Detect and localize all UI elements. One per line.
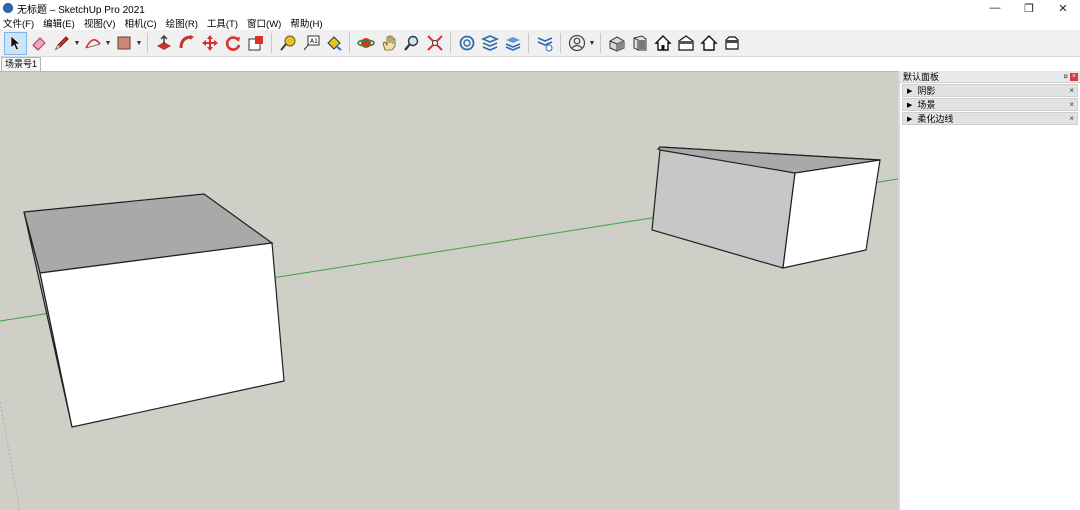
- drawing-viewport[interactable]: [0, 71, 898, 510]
- toolbar-divider: [271, 33, 272, 53]
- layout-icon[interactable]: [501, 32, 524, 55]
- scene-tab-strip: 场景号1: [0, 57, 1080, 71]
- zoom-extents-icon[interactable]: [423, 32, 446, 55]
- menu-window[interactable]: 窗口(W): [247, 16, 281, 30]
- tray-shadows[interactable]: ▶ 阴影 ×: [902, 84, 1078, 97]
- zoom-icon[interactable]: [400, 32, 423, 55]
- shape-dropdown-icon[interactable]: ▼: [135, 40, 143, 47]
- push-pull-icon[interactable]: [152, 32, 175, 55]
- front-view-icon[interactable]: [628, 32, 651, 55]
- close-button[interactable]: ✕: [1046, 0, 1080, 16]
- minimize-button[interactable]: —: [978, 0, 1012, 16]
- text-icon[interactable]: A1: [299, 32, 322, 55]
- right-view-icon[interactable]: [697, 32, 720, 55]
- scene-tab[interactable]: 场景号1: [1, 57, 42, 71]
- tape-measure-icon[interactable]: [276, 32, 299, 55]
- select-icon[interactable]: [4, 31, 27, 55]
- toolbar-divider: [560, 33, 561, 53]
- left-box-front-face: [39, 242, 285, 428]
- orbit-icon[interactable]: [354, 32, 377, 55]
- account-dropdown-icon[interactable]: ▼: [588, 40, 596, 47]
- panel-close-button[interactable]: ×: [1070, 73, 1078, 81]
- expand-triangle-icon[interactable]: ▶: [907, 87, 912, 95]
- toolbar-divider: [528, 33, 529, 53]
- tray-label: 柔化边线: [917, 114, 954, 124]
- warehouse-icon[interactable]: [455, 32, 478, 55]
- tray-scenes[interactable]: ▶ 场景 ×: [902, 98, 1078, 111]
- sketchup-logo-icon: [3, 3, 13, 13]
- menu-help[interactable]: 帮助(H): [290, 16, 322, 30]
- toolbar-divider: [450, 33, 451, 53]
- toolbar-divider: [147, 33, 148, 53]
- iso-view-icon[interactable]: [605, 32, 628, 55]
- tray-close-icon[interactable]: ×: [1069, 114, 1074, 123]
- panel-header: 默认面板 ¤ ×: [900, 71, 1080, 83]
- expand-triangle-icon[interactable]: ▶: [907, 101, 912, 109]
- house-view-icon[interactable]: [674, 32, 697, 55]
- toolbar-divider: [349, 33, 350, 53]
- scale-icon[interactable]: [244, 32, 267, 55]
- pencil-icon[interactable]: [50, 32, 73, 55]
- panel-title: 默认面板: [903, 72, 940, 82]
- arc-dropdown-icon[interactable]: ▼: [104, 40, 112, 47]
- tray-soften-edges[interactable]: ▶ 柔化边线 ×: [902, 112, 1078, 125]
- follow-me-icon[interactable]: [175, 32, 198, 55]
- restore-button[interactable]: ❐: [1012, 0, 1046, 16]
- tray-close-icon[interactable]: ×: [1069, 86, 1074, 95]
- model-canvas[interactable]: [0, 72, 898, 510]
- toolbar-divider: [600, 33, 601, 53]
- extension-warehouse-icon[interactable]: [478, 32, 501, 55]
- menu-edit[interactable]: 编辑(E): [43, 16, 75, 30]
- tray-label: 阴影: [917, 86, 936, 96]
- move-icon[interactable]: [198, 32, 221, 55]
- title-bar: 无标题 – SketchUp Pro 2021 — ❐ ✕: [0, 0, 1080, 16]
- menu-view[interactable]: 视图(V): [84, 16, 116, 30]
- eraser-icon[interactable]: [27, 32, 50, 55]
- expand-triangle-icon[interactable]: ▶: [907, 115, 912, 123]
- menu-tools[interactable]: 工具(T): [207, 16, 238, 30]
- pin-icon[interactable]: ¤: [1064, 72, 1068, 81]
- home-view-icon[interactable]: [651, 32, 674, 55]
- left-box: [23, 193, 285, 428]
- account-icon[interactable]: [565, 32, 588, 55]
- right-box: [651, 146, 881, 269]
- red-axis-hidden: [0, 401, 21, 510]
- menu-camera[interactable]: 相机(C): [124, 16, 156, 30]
- window-title: 无标题 – SketchUp Pro 2021: [17, 4, 145, 16]
- paint-bucket-icon[interactable]: [322, 32, 345, 55]
- rectangle-icon[interactable]: [112, 32, 135, 55]
- back-view-icon[interactable]: [720, 32, 743, 55]
- right-box-front-face: [782, 159, 881, 269]
- pan-icon[interactable]: [377, 32, 400, 55]
- svg-text:A1: A1: [310, 38, 318, 45]
- arc-icon[interactable]: [81, 32, 104, 55]
- window-controls: — ❐ ✕: [978, 0, 1080, 16]
- menu-draw[interactable]: 绘图(R): [166, 16, 198, 30]
- tray-label: 场景: [917, 100, 936, 110]
- menu-file[interactable]: 文件(F): [3, 16, 34, 30]
- default-tray-panel: 默认面板 ¤ × ▶ 阴影 × ▶ 场景 × ▶ 柔化边线 ×: [898, 71, 1080, 510]
- tray-close-icon[interactable]: ×: [1069, 100, 1074, 109]
- main-toolbar: ▼ ▼ ▼ A1 ▼: [0, 30, 1080, 57]
- rotate-icon[interactable]: [221, 32, 244, 55]
- pencil-dropdown-icon[interactable]: ▼: [73, 40, 81, 47]
- menu-bar: 文件(F) 编辑(E) 视图(V) 相机(C) 绘图(R) 工具(T) 窗口(W…: [0, 16, 1080, 30]
- extension-manager-icon[interactable]: [533, 32, 556, 55]
